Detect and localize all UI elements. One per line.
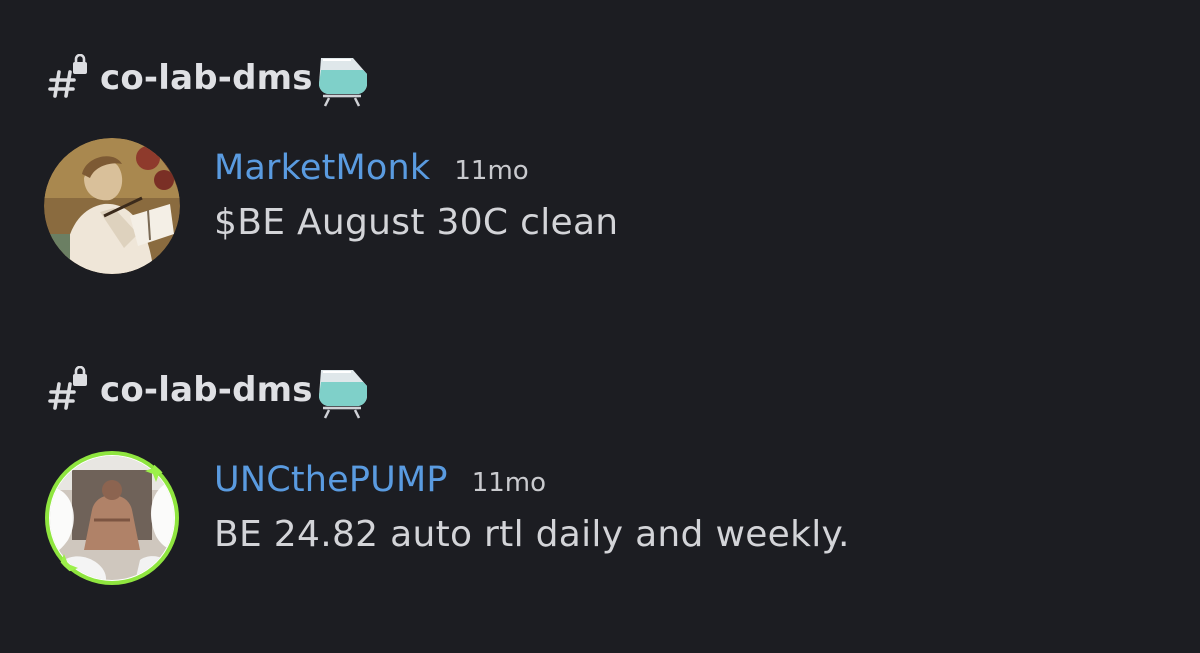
channel-name: co-lab-dms	[100, 370, 313, 410]
hashtag-lock-icon	[46, 53, 94, 102]
username[interactable]: MarketMonk	[214, 148, 430, 188]
avatar[interactable]	[44, 138, 180, 274]
flask-icon	[315, 52, 373, 108]
avatar[interactable]	[44, 450, 180, 586]
channel-name: co-lab-dms	[100, 58, 313, 98]
message: MarketMonk 11mo $BE August 30C clean	[44, 138, 1144, 278]
message: UNCthePUMP 11mo BE 24.82 auto rtl daily …	[44, 450, 1144, 590]
hashtag-lock-icon	[46, 365, 94, 414]
timestamp: 11mo	[471, 468, 547, 498]
username[interactable]: UNCthePUMP	[214, 460, 448, 500]
flask-icon	[315, 364, 373, 420]
timestamp: 11mo	[454, 156, 529, 186]
message-text: BE 24.82 auto rtl daily and weekly.	[214, 514, 850, 555]
message-text: $BE August 30C clean	[214, 202, 619, 243]
channel-header[interactable]: co-lab-dms	[46, 362, 373, 420]
channel-header[interactable]: co-lab-dms	[46, 50, 373, 108]
